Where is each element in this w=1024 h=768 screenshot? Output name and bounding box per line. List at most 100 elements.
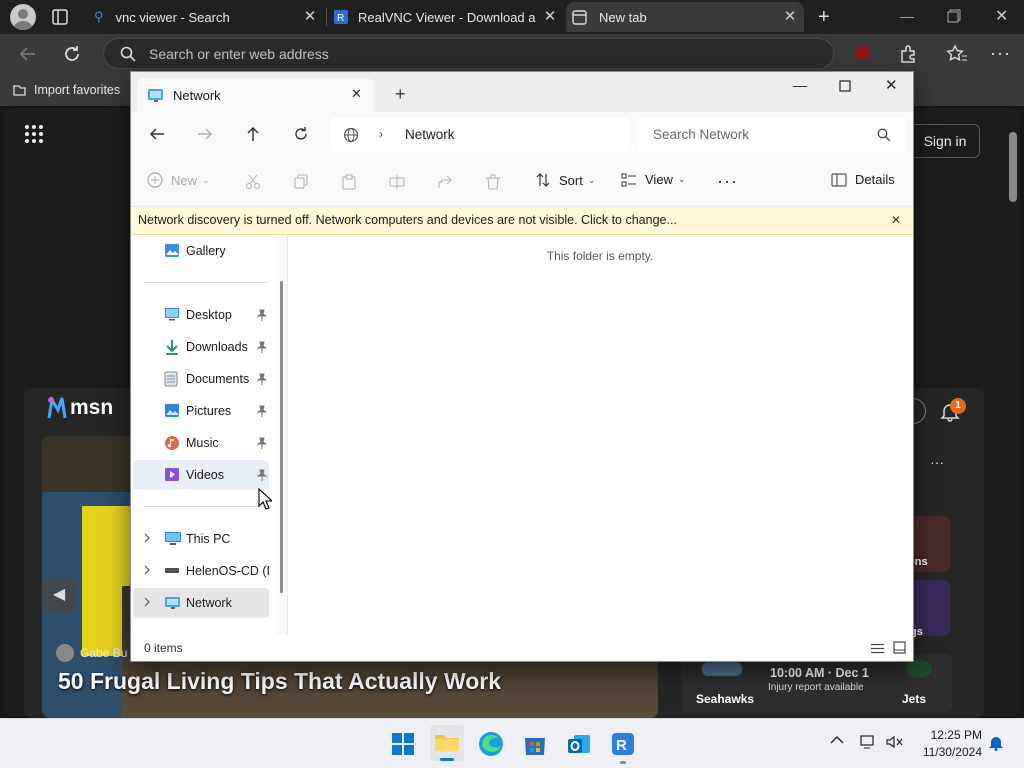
sports-card[interactable]: Seahawks 10:00 AM · Dec 1 Injury report …	[682, 654, 952, 712]
nav-item-downloads[interactable]: Downloads	[133, 332, 269, 362]
back-icon[interactable]	[149, 126, 165, 142]
breadcrumb-chevron-icon[interactable]: ›	[379, 127, 383, 141]
hero-author[interactable]: Gabe Bu	[56, 644, 127, 662]
expand-chevron-icon[interactable]	[143, 597, 151, 607]
taskbar: R 12:25 PM 11/30/2024	[0, 718, 1024, 768]
pin-icon[interactable]	[257, 437, 267, 449]
profile-avatar[interactable]	[10, 4, 36, 30]
network-status-icon[interactable]	[860, 735, 878, 749]
nav-pane-scrollbar-thumb[interactable]	[280, 281, 283, 593]
details-button[interactable]: Details	[831, 172, 895, 187]
share-icon[interactable]	[437, 174, 453, 190]
up-icon[interactable]	[245, 126, 261, 142]
extensions-icon[interactable]	[898, 44, 918, 64]
clock-time[interactable]: 12:25 PM	[918, 728, 982, 742]
import-favorites-link[interactable]: Import favorites	[12, 82, 120, 97]
nav-item-desktop[interactable]: Desktop	[133, 300, 269, 330]
close-tab-icon[interactable]: ✕	[302, 9, 318, 25]
team-away: Jets	[902, 692, 927, 706]
more-options-icon[interactable]: ···	[717, 171, 738, 192]
edge-browser-icon[interactable]	[476, 729, 506, 759]
expand-chevron-icon[interactable]	[143, 565, 151, 575]
nav-item-videos[interactable]: Videos	[133, 460, 269, 490]
view-button[interactable]: View ⌄	[621, 172, 686, 187]
maximize-icon[interactable]	[839, 80, 851, 92]
volume-muted-icon[interactable]	[886, 735, 904, 749]
back-icon[interactable]	[18, 44, 38, 64]
pin-icon[interactable]	[257, 469, 267, 481]
file-explorer-taskbar-icon[interactable]	[430, 725, 464, 761]
explorer-tab-network[interactable]: Network ✕	[137, 78, 373, 112]
minimize-icon[interactable]: —	[793, 77, 807, 93]
network-discovery-infobar[interactable]: Network discovery is turned off. Network…	[131, 207, 913, 235]
apps-grid-icon[interactable]	[24, 124, 44, 144]
close-tab-icon[interactable]: ✕	[782, 9, 798, 25]
rename-icon[interactable]	[389, 174, 405, 190]
nav-item-gallery[interactable]: Gallery	[133, 236, 269, 266]
forward-icon[interactable]	[197, 126, 213, 142]
new-tab-plus-icon[interactable]: +	[395, 84, 406, 105]
pin-icon[interactable]	[257, 341, 267, 353]
microsoft-store-icon[interactable]	[520, 729, 550, 759]
breadcrumb-network[interactable]: Network	[405, 127, 455, 142]
close-tab-icon[interactable]: ✕	[351, 86, 362, 102]
address-breadcrumb[interactable]: › Network	[331, 118, 629, 152]
cut-icon[interactable]	[245, 174, 261, 190]
page-scrollbar-thumb[interactable]	[1009, 132, 1017, 202]
nav-item-pictures[interactable]: Pictures	[133, 396, 269, 426]
infobar-message[interactable]: Network discovery is turned off. Network…	[138, 213, 677, 227]
close-window-icon[interactable]: ✕	[995, 6, 1008, 26]
refresh-icon[interactable]	[293, 126, 309, 142]
nav-item-this-pc[interactable]: This PC	[133, 524, 269, 554]
sort-button[interactable]: Sort ⌄	[535, 172, 595, 188]
tab-actions-icon[interactable]	[52, 9, 68, 25]
page-scrollbar[interactable]	[1007, 112, 1019, 716]
network-icon	[164, 595, 182, 610]
clock-date[interactable]: 11/30/2024	[912, 745, 982, 759]
browser-tab-realvnc[interactable]: R RealVNC Viewer - Download and ✕	[328, 2, 564, 32]
show-hidden-icons-chevron-icon[interactable]	[830, 735, 844, 745]
empty-folder-message: This folder is empty.	[546, 249, 654, 263]
chevron-down-icon: ⌄	[677, 174, 686, 184]
pin-icon[interactable]	[257, 405, 267, 417]
sign-in-button[interactable]: Sign in	[910, 124, 980, 158]
new-tab-plus-icon[interactable]: +	[818, 6, 830, 29]
nav-item-documents[interactable]: Documents	[133, 364, 269, 394]
search-network-box[interactable]: Search Network	[637, 118, 905, 152]
notification-bell-icon[interactable]	[988, 735, 1004, 751]
infobar-close-icon[interactable]: ✕	[891, 213, 901, 227]
copy-icon[interactable]	[293, 174, 309, 190]
nav-item-music[interactable]: Music	[133, 428, 269, 458]
restore-icon[interactable]	[947, 9, 961, 23]
import-icon	[12, 82, 27, 97]
minimize-icon[interactable]: —	[900, 8, 914, 24]
browser-tab-newtab[interactable]: New tab ✕	[566, 2, 804, 32]
settings-more-icon[interactable]: ···	[990, 43, 1011, 64]
nav-pane-scrollbar[interactable]	[276, 235, 287, 635]
close-tab-icon[interactable]: ✕	[542, 9, 558, 25]
pin-icon[interactable]	[257, 373, 267, 385]
nav-item-drive[interactable]: HelenOS-CD (D:	[133, 556, 269, 586]
realvnc-viewer-icon[interactable]: R	[608, 729, 638, 764]
paste-icon[interactable]	[341, 174, 357, 190]
ublock-extension-icon[interactable]	[856, 46, 870, 60]
refresh-icon[interactable]	[62, 44, 82, 64]
nav-item-network[interactable]: Network	[133, 588, 269, 618]
large-icons-view-icon[interactable]	[893, 641, 906, 654]
msn-logo[interactable]: msn	[46, 396, 113, 420]
favorites-icon[interactable]	[946, 44, 968, 64]
outlook-icon[interactable]	[564, 729, 594, 759]
address-bar[interactable]: Search or enter web address	[103, 38, 834, 69]
expand-chevron-icon[interactable]	[143, 533, 151, 543]
file-list-pane[interactable]: This folder is empty.	[287, 235, 913, 635]
new-button[interactable]: New ⌄	[147, 172, 210, 188]
close-window-icon[interactable]: ✕	[885, 76, 898, 94]
start-windows-icon[interactable]	[388, 729, 418, 759]
delete-icon[interactable]	[485, 174, 501, 190]
hero-headline[interactable]: 50 Frugal Living Tips That Actually Work	[58, 668, 501, 695]
browser-tab-search[interactable]: ⚲ vnc viewer - Search ✕	[88, 2, 324, 32]
card-more-icon[interactable]: ···	[930, 454, 944, 470]
pin-icon[interactable]	[257, 309, 267, 321]
details-view-icon[interactable]	[871, 643, 884, 654]
carousel-prev-icon[interactable]: ◀	[42, 578, 76, 612]
